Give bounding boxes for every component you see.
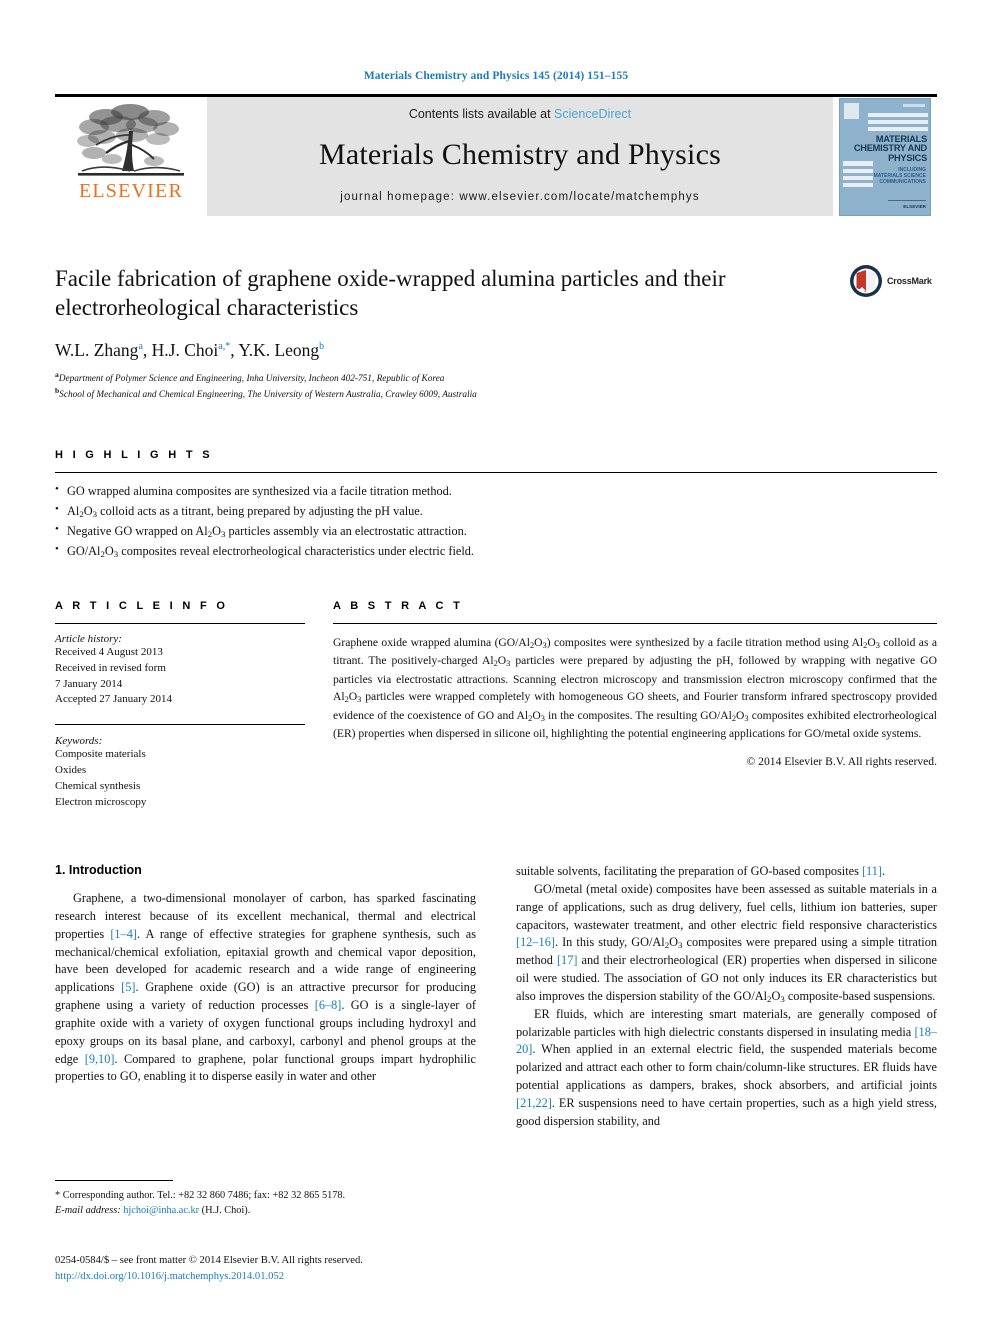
email-note: E-mail address: hjchoi@inha.ac.kr (H.J. … (55, 1203, 476, 1218)
highlight-item: GO wrapped alumina composites are synthe… (55, 481, 937, 502)
email-suffix: (H.J. Choi). (201, 1205, 251, 1217)
abstract-section: A B S T R A C T Graphene oxide wrapped a… (333, 600, 937, 812)
citation-link[interactable]: [5] (121, 980, 135, 994)
citation-link[interactable]: [12–16] (516, 935, 555, 949)
cover-subtitle-line3: COMMUNICATIONS (879, 179, 926, 185)
journal-article-page: Materials Chemistry and Physics 145 (201… (0, 0, 992, 1323)
column-right: suitable solvents, facilitating the prep… (516, 863, 937, 1130)
doi-link[interactable]: http://dx.doi.org/10.1016/j.matchemphys.… (55, 1269, 555, 1285)
highlight-item: Negative GO wrapped on Al2O3 particles a… (55, 521, 937, 542)
highlights-heading: H I G H L I G H T S (55, 449, 213, 461)
abstract-copyright: © 2014 Elsevier B.V. All rights reserved… (746, 754, 937, 768)
cover-bar (868, 112, 928, 117)
imprint-line: 0254-0584/$ – see front matter © 2014 El… (55, 1255, 363, 1266)
info-abstract-row: A R T I C L E I N F O Article history: R… (55, 600, 937, 812)
history-item: 7 January 2014 (55, 677, 123, 690)
divider (55, 472, 937, 473)
cover-bar (843, 182, 873, 187)
cover-bar (843, 175, 873, 180)
author-name: W.L. Zhang (55, 339, 139, 360)
paragraph: ER fluids, which are interesting smart m… (516, 1006, 937, 1128)
corresponding-author-note: * Corresponding author. Tel.: +82 32 860… (55, 1190, 346, 1201)
affiliation-list: aDepartment of Polymer Science and Engin… (55, 370, 937, 403)
keyword-item: Oxides (55, 764, 87, 777)
citation-link[interactable]: [6–8] (315, 998, 342, 1012)
article-info-heading: A R T I C L E I N F O (55, 599, 229, 612)
column-left: 1. Introduction Graphene, a two-dimensio… (55, 863, 476, 1130)
history-item: Received in revised form (55, 661, 166, 674)
cover-bar (868, 119, 928, 124)
keyword-item: Composite materials (55, 748, 146, 761)
banner-center: Contents lists available at ScienceDirec… (207, 97, 833, 216)
history-item: Accepted 27 January 2014 (55, 693, 172, 706)
cover-footer-label: ELSEVIER (903, 203, 926, 209)
affiliation-text: Department of Polymer Science and Engine… (58, 373, 445, 384)
section-heading-introduction: 1. Introduction (55, 863, 142, 878)
keywords-label: Keywords: (55, 735, 103, 748)
abstract-heading: A B S T R A C T (333, 599, 464, 612)
citation-link[interactable]: [21,22] (516, 1096, 552, 1110)
citation-link[interactable]: [17] (557, 953, 578, 967)
article-info-section: A R T I C L E I N F O Article history: R… (55, 600, 305, 812)
cover-elsevier-mark (844, 102, 859, 119)
elsevier-logo: ELSEVIER (55, 97, 207, 216)
citation-link[interactable]: [1–4] (110, 927, 137, 941)
author-mark: a,* (218, 341, 231, 353)
affiliation-text: School of Mechanical and Chemical Engine… (59, 390, 477, 401)
paragraph: suitable solvents, facilitating the prep… (516, 864, 886, 879)
highlights-list: GO wrapped alumina composites are synthe… (55, 481, 937, 562)
highlight-item: Al2O3 colloid acts as a titrant, being p… (55, 501, 937, 522)
paragraph: GO/metal (metal oxide) composites have b… (516, 881, 938, 1004)
divider (333, 622, 937, 624)
footnote-divider (55, 1180, 173, 1181)
imprint-block: 0254-0584/$ – see front matter © 2014 El… (55, 1253, 555, 1285)
cover-subtitle: INCLUDING MATERIALS SCIENCE COMMUNICATIO… (874, 167, 926, 186)
cover-bar (843, 160, 873, 166)
author-name: H.J. Choi (151, 339, 219, 360)
highlights-section: H I G H L I G H T S GO wrapped alumina c… (55, 449, 937, 562)
citation-link[interactable]: [18–20] (516, 1025, 937, 1057)
author-mark: b (319, 341, 325, 353)
article-history-label: Article history: (55, 632, 122, 645)
author-name: Y.K. Leong (238, 339, 320, 360)
keyword-item: Chemical synthesis (55, 780, 141, 793)
divider (55, 622, 305, 624)
paragraph: Graphene, a two-dimensional monolayer of… (55, 891, 476, 1084)
email-link[interactable]: hjchoi@inha.ac.kr (123, 1205, 199, 1216)
contents-prefix: Contents lists available at (408, 106, 555, 121)
journal-title: Materials Chemistry and Physics (319, 137, 721, 171)
highlight-item: GO/Al2O3 composites reveal electrorheolo… (55, 541, 937, 562)
crossmark-label: CrossMark (887, 276, 932, 286)
contents-list-line: Contents lists available at ScienceDirec… (409, 107, 631, 121)
citation-link[interactable]: [9,10] (85, 1052, 115, 1066)
title-block: CrossMark Facile fabrication of graphene… (55, 264, 937, 403)
email-label: E-mail address: (55, 1205, 121, 1217)
author-mark: a (138, 341, 143, 353)
journal-banner: ELSEVIER Contents lists available at Sci… (55, 94, 937, 216)
cover-footer-rule (888, 199, 926, 201)
page-title: Facile fabrication of graphene oxide-wra… (55, 266, 726, 321)
cover-topright-mark (903, 103, 925, 107)
body-columns: 1. Introduction Graphene, a two-dimensio… (55, 863, 937, 1130)
journal-homepage-link[interactable]: journal homepage: www.elsevier.com/locat… (340, 191, 699, 203)
abstract-body: Graphene oxide wrapped alumina (GO/Al2O3… (333, 635, 937, 741)
crossmark-icon (850, 265, 882, 297)
author-list: W.L. Zhanga, H.J. Choia,*, Y.K. Leongb (55, 339, 325, 360)
elsevier-wordmark: ELSEVIER (78, 180, 184, 202)
citation-link[interactable]: [11] (862, 864, 882, 878)
affiliation-item: aDepartment of Polymer Science and Engin… (55, 370, 937, 387)
cover-bar (868, 126, 928, 131)
cover-image: MATERIALS CHEMISTRY AND PHYSICS INCLUDIN… (839, 97, 931, 216)
keyword-item: Electron microscopy (55, 796, 147, 809)
elsevier-tree-icon (77, 104, 184, 176)
sciencedirect-link[interactable]: ScienceDirect (554, 107, 631, 121)
crossmark-badge[interactable]: CrossMark (849, 264, 937, 298)
footnote-block: * Corresponding author. Tel.: +82 32 860… (55, 1180, 476, 1219)
running-head: Materials Chemistry and Physics 145 (201… (363, 70, 629, 82)
affiliation-item: bSchool of Mechanical and Chemical Engin… (55, 386, 937, 403)
journal-cover-thumbnail: MATERIALS CHEMISTRY AND PHYSICS INCLUDIN… (833, 97, 937, 216)
keywords-block: Keywords: Composite materials Oxides Che… (55, 724, 305, 811)
history-item: Received 4 August 2013 (55, 645, 163, 658)
cover-bar (843, 168, 873, 173)
